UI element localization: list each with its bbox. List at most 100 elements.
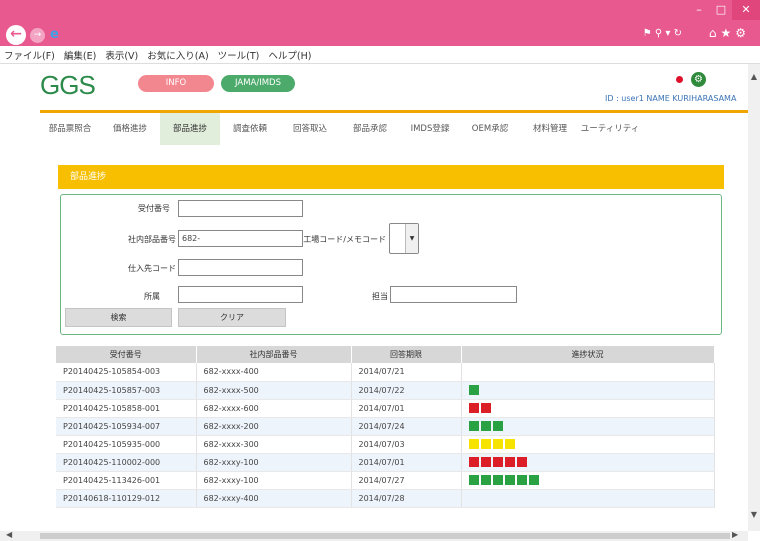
progress-block (516, 475, 527, 485)
table-cell-due: 2014/07/21 (351, 363, 462, 382)
table-cell-progress (461, 435, 715, 454)
progress-block (492, 439, 503, 449)
table-row[interactable]: P20140425-113426-001 682-xxxy-100 2014/07/… (56, 471, 715, 490)
back-icon[interactable]: ← (6, 25, 26, 45)
browser-tools[interactable]: ⌂★⚙ (709, 26, 750, 40)
progress-block (468, 439, 479, 449)
column-header[interactable]: 受付番号 (56, 346, 197, 363)
progress-block (504, 457, 515, 467)
factory-code-label: 工場コード/メモコード (303, 235, 386, 244)
address-tools[interactable]: ⚑ ⚲ ▾ ↻ (643, 28, 682, 39)
status-dot-icon (676, 76, 683, 83)
tab-item[interactable]: 材料管理 (520, 113, 580, 145)
table-row[interactable]: P20140425-105934-007 682-xxxx-200 2014/07/… (56, 417, 715, 436)
info-button[interactable]: INFO (138, 75, 214, 92)
table-cell-receipt: P20140425-105934-007 (56, 417, 197, 436)
progress-block (504, 475, 515, 485)
table-cell-due: 2014/07/01 (351, 453, 462, 472)
table-cell-part: 682-xxxx-600 (196, 399, 352, 418)
tab-item[interactable]: 部品承認 (340, 113, 400, 145)
table-cell-progress (461, 363, 715, 382)
receipt-no-input[interactable] (178, 200, 303, 217)
table-row[interactable]: P20140425-110002-000 682-xxxy-100 2014/07/… (56, 453, 715, 472)
favorites-star-icon[interactable]: ★ (720, 26, 735, 40)
progress-block (480, 475, 491, 485)
scroll-left-icon[interactable]: ◀ (6, 530, 12, 539)
table-cell-part: 682-xxxy-100 (196, 471, 352, 490)
tab-item[interactable]: 回答取込 (280, 113, 340, 145)
progress-block (468, 457, 479, 467)
table-cell-progress (461, 381, 715, 400)
browser-menubar: ファイル(F) 編集(E) 表示(V) お気に入り(A) ツール(T) ヘルプ(H) (0, 46, 760, 64)
menu-item[interactable]: 編集(E) (64, 48, 96, 62)
menu-item[interactable]: ヘルプ(H) (268, 48, 311, 62)
results-table: 受付番号 社内部品番号 回答期限 進捗状況 P20140425-105854-0… (56, 346, 715, 508)
table-cell-part: 682-xxxx-500 (196, 381, 352, 400)
table-cell-due: 2014/07/28 (351, 489, 462, 508)
column-header[interactable]: 回答期限 (351, 346, 462, 363)
scroll-down-icon[interactable]: ▼ (748, 510, 760, 519)
menu-item[interactable]: 表示(V) (105, 48, 138, 62)
user-id-label: ID : user1 NAME KURIHARASAMA (605, 94, 737, 103)
column-header[interactable]: 社内部品番号 (196, 346, 352, 363)
progress-block (480, 439, 491, 449)
progress-block (492, 475, 503, 485)
close-icon[interactable]: ✕ (732, 0, 760, 20)
progress-block (468, 385, 479, 395)
table-cell-due: 2014/07/03 (351, 435, 462, 454)
table-cell-part: 682-xxxy-100 (196, 453, 352, 472)
table-cell-due: 2014/07/01 (351, 399, 462, 418)
tab-item[interactable]: 価格進捗 (100, 113, 160, 145)
part-no-label: 社内部品番号 (128, 235, 176, 244)
minimize-icon[interactable]: – (688, 0, 710, 20)
panel-title: 部品進捗 (58, 165, 724, 189)
browser-titlebar: – □ ✕ ← → e ⚑ ⚲ ▾ ↻ ⌂★⚙ (0, 0, 760, 46)
tab-item[interactable]: 調査依頼 (220, 113, 280, 145)
tab-item[interactable]: 部品票照合 (40, 113, 100, 145)
table-cell-progress (461, 417, 715, 436)
tab-item[interactable]: OEM承認 (460, 113, 520, 145)
tab-item[interactable]: 部品進捗 (160, 113, 220, 145)
vertical-scrollbar[interactable]: ▲ ▼ (748, 64, 760, 531)
progress-block (492, 421, 503, 431)
tab-item[interactable]: ユーティリティ (580, 113, 640, 145)
scroll-right-icon[interactable]: ▶ (732, 530, 738, 539)
progress-block (480, 457, 491, 467)
scroll-thumb[interactable] (40, 533, 730, 539)
forward-icon[interactable]: → (30, 28, 45, 43)
main-tabs: 部品票照合 価格進捗 部品進捗 調査依頼 回答取込 部品承認 IMDS登録 OEM承認 材料管理… (40, 113, 748, 145)
supplier-code-input[interactable] (178, 259, 303, 276)
menu-item[interactable]: ツール(T) (218, 48, 260, 62)
table-cell-receipt: P20140425-105858-001 (56, 399, 197, 418)
scroll-up-icon[interactable]: ▲ (748, 72, 760, 81)
progress-block (480, 421, 491, 431)
progress-block (492, 457, 503, 467)
table-cell-progress (461, 453, 715, 472)
progress-block (468, 403, 479, 413)
table-cell-due: 2014/07/27 (351, 471, 462, 490)
tab-item[interactable]: IMDS登録 (400, 113, 460, 145)
settings-gear-icon[interactable]: ⚙ (691, 72, 706, 87)
jama-imds-button[interactable]: JAMA/IMDS (221, 75, 295, 92)
table-row[interactable]: P20140425-105857-003 682-xxxx-500 2014/07/… (56, 381, 715, 400)
table-cell-receipt: P20140618-110129-012 (56, 489, 197, 508)
maximize-icon[interactable]: □ (710, 0, 732, 20)
table-cell-progress (461, 471, 715, 490)
chevron-down-icon[interactable]: ▼ (405, 224, 418, 253)
horizontal-scrollbar[interactable]: ◀ ▶ (0, 530, 748, 541)
app-logo[interactable]: GGS (40, 70, 96, 101)
table-row[interactable]: P20140425-105858-001 682-xxxx-600 2014/07/… (56, 399, 715, 418)
menu-item[interactable]: ファイル(F) (4, 48, 55, 62)
table-row[interactable]: P20140618-110129-012 682-xxxy-400 2014/07/… (56, 489, 715, 508)
table-cell-part: 682-xxxx-400 (196, 363, 352, 382)
settings-gear-icon[interactable]: ⚙ (735, 26, 750, 40)
clear-button[interactable]: クリア (178, 308, 286, 327)
search-button[interactable]: 検索 (65, 308, 172, 327)
table-row[interactable]: P20140425-105854-003 682-xxxx-400 2014/07/… (56, 363, 715, 382)
menu-item[interactable]: お気に入り(A) (147, 48, 208, 62)
column-header[interactable]: 進捗状況 (461, 346, 715, 363)
table-row[interactable]: P20140425-105935-000 682-xxxx-300 2014/07/… (56, 435, 715, 454)
factory-code-select[interactable]: ▼ (389, 223, 419, 254)
person-input[interactable] (390, 286, 517, 303)
home-icon[interactable]: ⌂ (709, 26, 721, 40)
